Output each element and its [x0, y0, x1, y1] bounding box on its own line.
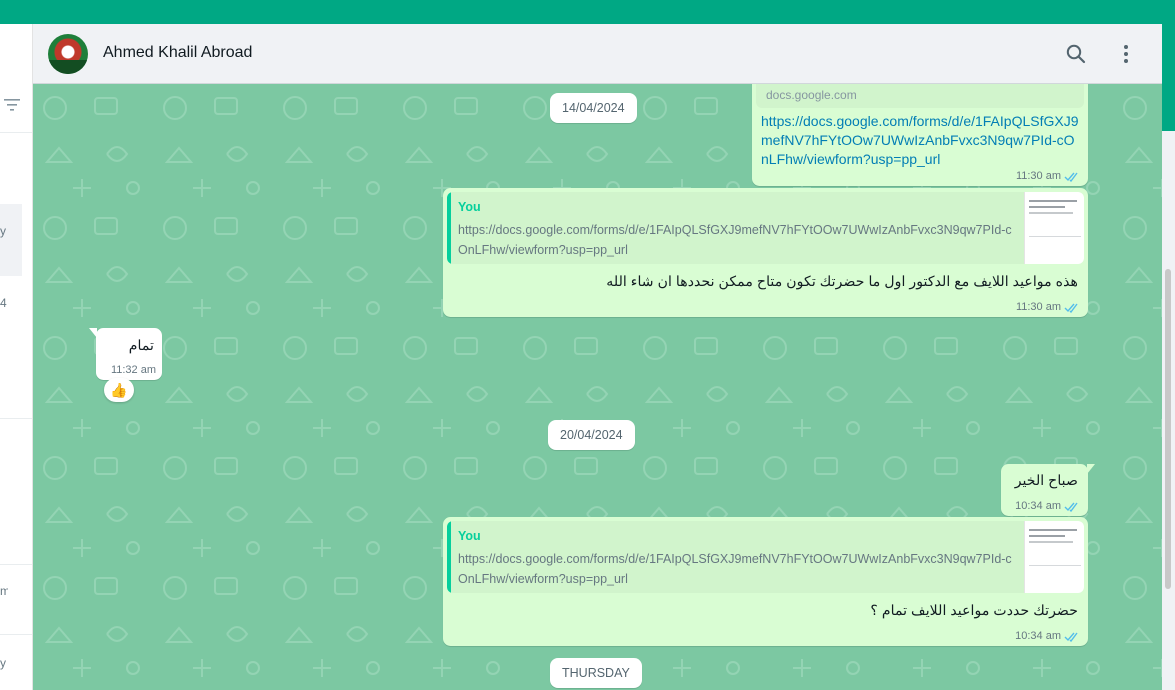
read-ticks-icon	[1064, 502, 1078, 512]
message-text: صباح الخير	[1014, 473, 1078, 489]
quote-text: https://docs.google.com/forms/d/e/1FAIpQ…	[458, 223, 1012, 257]
chat-list-fragment: 4	[0, 296, 7, 310]
quote-author: You	[458, 200, 481, 214]
bubble-tail	[1087, 464, 1095, 474]
chat-list-fragment: y	[0, 224, 6, 238]
message-bubble-outgoing[interactable]: You https://docs.google.com/forms/d/e/1F…	[443, 517, 1088, 646]
message-time: 10:34 am	[1015, 500, 1061, 512]
quoted-message[interactable]: You https://docs.google.com/forms/d/e/1F…	[447, 521, 1084, 593]
menu-icon[interactable]	[1114, 42, 1138, 66]
scrollbar-thumb[interactable]	[1165, 269, 1171, 589]
accent-strip	[1162, 24, 1175, 131]
date-separator: 20/04/2024	[548, 420, 635, 450]
chat-list-fragment: m	[0, 584, 8, 598]
message-meta: 10:34 am	[1015, 500, 1080, 512]
top-accent-bar	[0, 0, 1175, 24]
conversation-header: Ahmed Khalil Abroad	[33, 24, 1162, 84]
quote-thumbnail	[1024, 521, 1084, 593]
message-time: 11:30 am	[1015, 170, 1061, 182]
message-meta: 11:30 am	[1016, 301, 1080, 313]
link-domain: docs.google.com	[766, 88, 857, 102]
divider	[0, 132, 32, 133]
filter-icon[interactable]	[3, 98, 21, 112]
window-right-edge	[1162, 24, 1175, 690]
chat-list-fragment: y	[0, 656, 6, 670]
message-text: هذه مواعيد اللايف مع الدكتور اول ما حضرت…	[606, 274, 1078, 290]
quote-text: https://docs.google.com/forms/d/e/1FAIpQ…	[458, 552, 1012, 586]
read-ticks-icon	[1064, 632, 1078, 642]
divider	[0, 634, 32, 635]
message-time: 11:30 am	[1015, 301, 1061, 313]
search-icon[interactable]	[1064, 42, 1088, 66]
message-list[interactable]: docs.google.com https://docs.google.com/…	[33, 84, 1162, 690]
thumbs-up-reaction[interactable]: 👍	[104, 378, 134, 402]
message-meta: 10:34 am	[1015, 630, 1080, 642]
link-preview[interactable]: docs.google.com	[756, 84, 1084, 108]
quote-accent-bar	[447, 521, 451, 593]
quote-accent-bar	[447, 192, 451, 264]
message-meta: 11:32 am	[111, 364, 156, 376]
message-bubble-outgoing[interactable]: docs.google.com https://docs.google.com/…	[752, 84, 1088, 186]
contact-name[interactable]: Ahmed Khalil Abroad	[103, 44, 252, 62]
message-link[interactable]: https://docs.google.com/forms/d/e/1FAIpQ…	[761, 112, 1081, 169]
app-window: y 4 m y Ahmed Khalil Abroad	[0, 0, 1175, 690]
message-time: 11:32 am	[110, 364, 156, 376]
quote-author: You	[458, 529, 481, 543]
read-ticks-icon	[1064, 303, 1078, 313]
message-bubble-outgoing[interactable]: صباح الخير 10:34 am	[1001, 464, 1088, 516]
divider	[0, 564, 32, 565]
contact-avatar[interactable]	[48, 34, 88, 74]
quote-thumbnail	[1024, 192, 1084, 264]
divider	[0, 418, 32, 419]
chat-list-pane: y 4 m y	[0, 24, 33, 690]
read-ticks-icon	[1064, 172, 1078, 182]
quoted-message[interactable]: You https://docs.google.com/forms/d/e/1F…	[447, 192, 1084, 264]
message-bubble-incoming[interactable]: تمام 11:32 am	[96, 328, 162, 380]
message-text: تمام	[128, 338, 154, 354]
chat-list-item-selected[interactable]	[0, 204, 22, 276]
message-meta: 11:30 am	[1016, 170, 1080, 182]
message-time: 10:34 am	[1015, 630, 1061, 642]
date-separator: 14/04/2024	[550, 93, 637, 123]
message-text: حضرتك حددت مواعيد اللايف تمام ؟	[870, 603, 1078, 619]
message-bubble-outgoing[interactable]: You https://docs.google.com/forms/d/e/1F…	[443, 188, 1088, 317]
date-separator: THURSDAY	[550, 658, 642, 688]
